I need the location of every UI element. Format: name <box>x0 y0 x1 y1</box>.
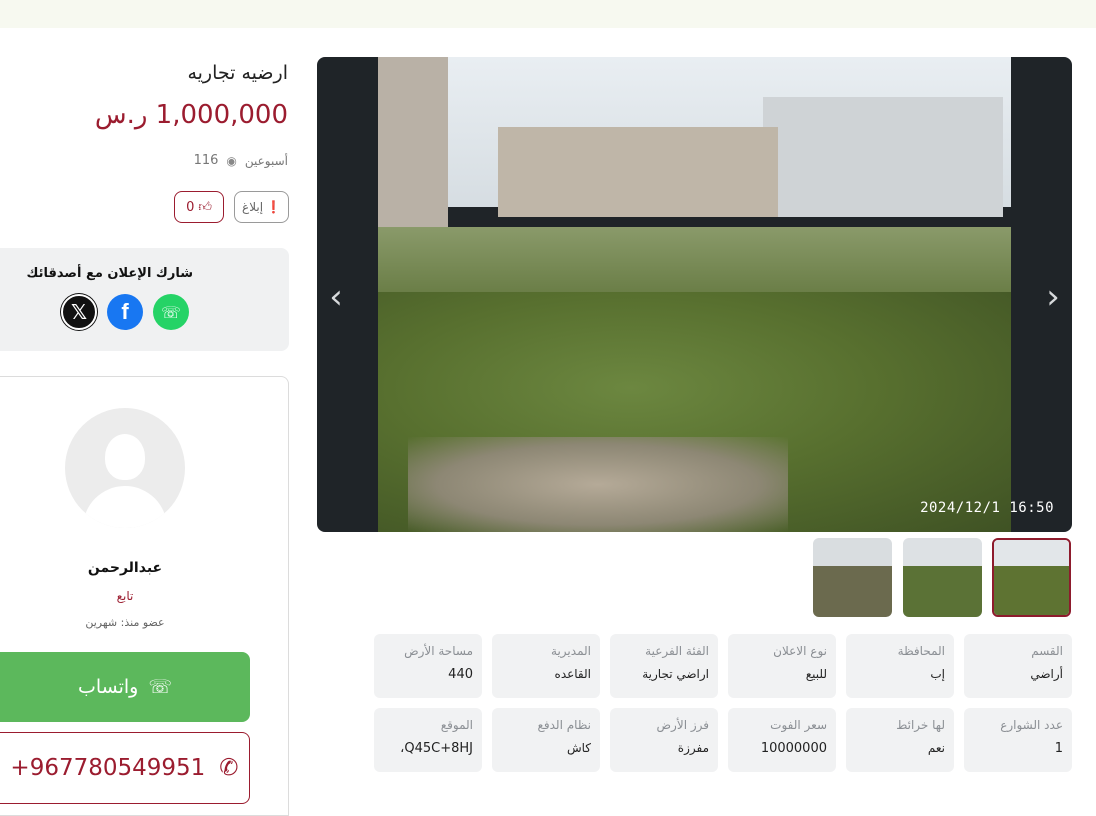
detail-value: أراضي <box>1030 667 1063 681</box>
detail-card: سعر الفوت 10000000 <box>728 708 836 772</box>
like-button[interactable]: 0 👍︎ <box>174 191 224 223</box>
phone-icon: ✆ <box>219 755 239 781</box>
share-panel: شارك الإعلان مع أصدقائك 𝕏 f ☏ <box>0 248 289 351</box>
detail-value: 10000000 <box>760 741 827 756</box>
detail-card: المديرية القاعده <box>492 634 600 698</box>
listing-photo[interactable] <box>378 57 1011 532</box>
thumbnail-active[interactable] <box>992 538 1071 617</box>
thumbnail[interactable] <box>813 538 892 617</box>
seller-role: تابع <box>116 589 134 603</box>
detail-card: نظام الدفع كاش <box>492 708 600 772</box>
detail-value: القاعده <box>554 667 591 681</box>
avatar-body <box>83 486 167 528</box>
x-share-icon[interactable]: 𝕏 <box>61 294 97 330</box>
listing-meta: أسبوعين ◉ 116 <box>194 153 288 168</box>
detail-value: نعم <box>927 741 945 755</box>
eye-icon: ◉ <box>226 153 237 168</box>
detail-card: عدد الشوارع 1 <box>964 708 1072 772</box>
chevron-right-icon[interactable]: › <box>1038 277 1068 317</box>
whatsapp-icon: ☏ <box>148 676 173 698</box>
detail-value: مفرزة <box>677 741 709 755</box>
detail-value: للبيع <box>805 667 827 681</box>
detail-card: فرز الأرض مفرزة <box>610 708 718 772</box>
whatsapp-share-icon[interactable]: ☏ <box>153 294 189 330</box>
detail-key: القسم <box>1031 644 1063 658</box>
detail-key: المديرية <box>551 644 591 658</box>
whatsapp-label: واتساب <box>77 676 139 698</box>
member-since: عضو منذ: شهرين <box>85 616 165 629</box>
photo-timestamp: 2024/12/1 16:50 <box>920 500 1054 516</box>
thumbnail-ground <box>994 566 1069 615</box>
detail-card: القسم أراضي <box>964 634 1072 698</box>
detail-key: فرز الأرض <box>656 718 709 732</box>
alert-icon: ❗ <box>266 200 281 214</box>
thumbnail-sky <box>903 538 982 566</box>
photo-building <box>378 57 448 247</box>
detail-key: لها خرائط <box>896 718 945 732</box>
detail-card: لها خرائط نعم <box>846 708 954 772</box>
listing-title: ارضيه تجاريه <box>187 62 288 84</box>
detail-card: الفئة الفرعية اراضي تجارية <box>610 634 718 698</box>
detail-key: عدد الشوارع <box>1000 718 1063 732</box>
thumbnail-sky <box>813 538 892 566</box>
detail-value: Q45C+8HJ، <box>400 741 473 756</box>
image-gallery[interactable]: ‹ › 2024/12/1 16:50 <box>317 57 1072 532</box>
detail-key: سعر الفوت <box>770 718 827 732</box>
detail-value: إب <box>930 667 945 681</box>
thumbnail[interactable] <box>903 538 982 617</box>
detail-key: نظام الدفع <box>537 718 592 732</box>
phone-button[interactable]: +967780549951 ✆ <box>0 732 250 804</box>
report-label: إبلاغ <box>242 200 264 214</box>
photo-midfield <box>378 227 1011 302</box>
listing-price: 1,000,000 ر.س <box>94 100 288 130</box>
photo-building <box>498 127 778 217</box>
seller-name[interactable]: عبدالرحمن <box>0 560 250 576</box>
thumbnail-sky <box>994 540 1069 567</box>
report-button[interactable]: ❗ إبلاغ <box>234 191 289 223</box>
avatar[interactable] <box>65 408 185 528</box>
share-title: شارك الإعلان مع أصدقائك <box>26 266 193 281</box>
detail-key: مساحة الأرض <box>404 644 473 658</box>
view-count: 116 <box>193 153 219 168</box>
detail-value: 1 <box>1054 741 1063 756</box>
photo-dirt <box>408 437 788 532</box>
like-count: 0 <box>186 199 195 215</box>
thumbnail-ground <box>903 565 982 617</box>
detail-key: نوع الاعلان <box>773 644 827 658</box>
detail-card: الموقع Q45C+8HJ، <box>374 708 482 772</box>
detail-key: المحافظة <box>897 644 945 658</box>
detail-key: الفئة الفرعية <box>645 644 709 658</box>
top-bar <box>0 0 1096 28</box>
detail-value: اراضي تجارية <box>642 667 709 681</box>
detail-card: مساحة الأرض 440 <box>374 634 482 698</box>
detail-value: 440 <box>448 667 473 682</box>
chevron-left-icon[interactable]: ‹ <box>321 277 351 317</box>
detail-card: نوع الاعلان للبيع <box>728 634 836 698</box>
detail-value: كاش <box>566 741 591 755</box>
detail-card: المحافظة إب <box>846 634 954 698</box>
photo-building <box>763 97 1003 217</box>
avatar-head <box>105 434 145 480</box>
posted-time: أسبوعين <box>244 153 288 168</box>
phone-number: +967780549951 <box>10 755 206 781</box>
whatsapp-button[interactable]: ☏ واتساب <box>0 652 250 722</box>
thumbnail-ground <box>813 565 892 617</box>
thumbs-up-icon: 👍︎ <box>198 199 212 215</box>
facebook-share-icon[interactable]: f <box>107 294 143 330</box>
detail-key: الموقع <box>440 718 473 732</box>
